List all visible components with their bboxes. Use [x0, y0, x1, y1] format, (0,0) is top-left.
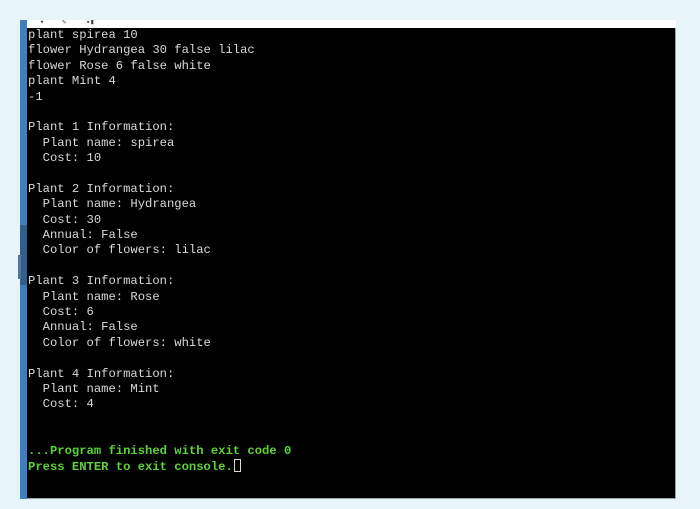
- exit-prompt-line: Press ENTER to exit console.: [28, 458, 675, 474]
- input-line: flower Rose 6 false white: [28, 58, 211, 73]
- input-lines: plant spirea 10 flower Hydrangea 30 false…: [28, 28, 675, 105]
- output-line: Color of flowers: white: [28, 335, 211, 350]
- output-line: Cost: 10: [28, 151, 102, 166]
- dropdown-icon[interactable]: ▾: [40, 19, 44, 27]
- output-line: Plant name: Hydrangea: [28, 197, 197, 212]
- output-line: Plant 1 Information:: [28, 120, 175, 135]
- output-line: Plant 2 Information:: [28, 181, 175, 196]
- console-toolbar: ▾ ✎ ▪▮: [20, 19, 676, 28]
- output-line: Cost: 30: [28, 212, 102, 227]
- console-icon[interactable]: ▪▮: [86, 19, 94, 27]
- input-line: plant spirea 10: [28, 28, 138, 42]
- input-line: plant Mint 4: [28, 74, 116, 89]
- console-window: ▾ ✎ ▪▮ plant spirea 10 flower Hydrangea 3…: [18, 19, 676, 499]
- text-cursor: [233, 458, 241, 472]
- side-accent-strip: [18, 20, 27, 499]
- output-line: Plant 3 Information:: [28, 274, 175, 289]
- exit-prompt: Press ENTER to exit console.: [28, 459, 233, 474]
- output-line: Annual: False: [28, 228, 138, 243]
- output-line: Plant 4 Information:: [28, 366, 175, 381]
- output-line: Cost: 6: [28, 305, 94, 320]
- output-line: Color of flowers: lilac: [28, 243, 211, 258]
- output-line: Plant name: spirea: [28, 135, 175, 150]
- output-line: Plant name: Rose: [28, 289, 160, 304]
- input-line: flower Hydrangea 30 false lilac: [28, 43, 255, 58]
- output-line: Cost: 4: [28, 397, 94, 412]
- terminal-output[interactable]: plant spirea 10 flower Hydrangea 30 false…: [27, 28, 676, 499]
- finish-message: ...Program finished with exit code 0: [28, 443, 292, 458]
- output-line: Annual: False: [28, 320, 138, 335]
- output-line: Plant name: Mint: [28, 381, 160, 396]
- edit-icon[interactable]: ✎: [62, 19, 66, 27]
- program-output: Plant 1 Information: Plant name: spirea …: [28, 105, 675, 444]
- resize-handle[interactable]: [18, 255, 21, 279]
- input-line: -1: [28, 89, 43, 104]
